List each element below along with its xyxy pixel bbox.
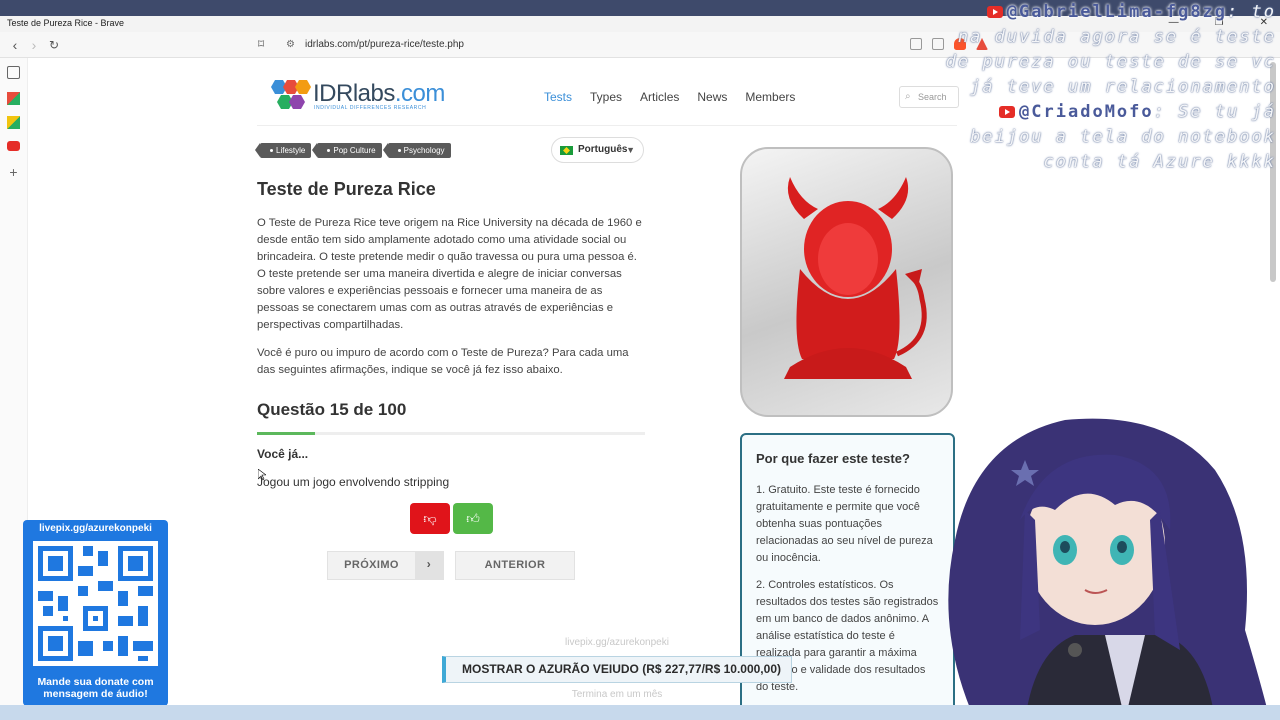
donation-goal-bar: MOSTRAR O AZURÃO VEIUDO (R$ 227,77/R$ 10… bbox=[442, 656, 792, 683]
stream-chat-overlay: @GabrielLima-fg8zg: to na duvida agora s… bbox=[900, 0, 1280, 175]
bottom-strip bbox=[0, 705, 1280, 720]
url-field[interactable]: ⚙ idrlabs.com/pt/pureza-rice/teste.php bbox=[280, 36, 900, 54]
sidebar-app-icon[interactable] bbox=[7, 92, 20, 105]
chat-line: de pureza ou teste de se vc bbox=[945, 52, 1276, 72]
page-title: Teste de Pureza Rice bbox=[257, 179, 436, 199]
site-settings-icon[interactable]: ⚙ bbox=[286, 36, 295, 54]
intro-paragraph: O Teste de Pureza Rice teve origem na Ri… bbox=[257, 217, 642, 331]
thumbs-up-button[interactable]: 👍︎ bbox=[453, 503, 493, 534]
next-button[interactable]: PRÓXIMO › bbox=[327, 551, 444, 580]
donation-qr-panel: livepix.gg/azurekonpeki Mande sua donate… bbox=[23, 520, 168, 706]
tag-label: Psychology bbox=[403, 146, 445, 155]
forward-icon[interactable]: › bbox=[26, 37, 42, 53]
goal-deadline: Termina em um mês bbox=[571, 689, 663, 700]
youtube-icon bbox=[999, 106, 1016, 118]
chat-line: beijou a tela do notebook bbox=[970, 127, 1276, 147]
tag-label: Lifestyle bbox=[276, 146, 306, 155]
why-title: Por que fazer este teste? bbox=[756, 451, 910, 466]
qr-code-icon bbox=[33, 541, 158, 666]
sidebar-toggle-icon[interactable] bbox=[7, 66, 20, 79]
previous-label: ANTERIOR bbox=[484, 559, 546, 571]
goal-url: livepix.gg/azurekonpeki bbox=[565, 637, 669, 648]
nav-members[interactable]: Members bbox=[745, 90, 795, 104]
why-item-free: 1. Gratuito. Este teste é fornecido grat… bbox=[756, 484, 933, 564]
tag-pop-culture[interactable]: Pop Culture bbox=[312, 143, 382, 158]
instructions-paragraph: Você é puro ou impuro de acordo com o Te… bbox=[257, 347, 629, 376]
nav-types[interactable]: Types bbox=[590, 90, 622, 104]
chat-text: to bbox=[1251, 2, 1276, 22]
chat-line: conta tá Azure kkkk bbox=[1043, 152, 1276, 172]
category-tags: Lifestyle Pop Culture Psychology bbox=[254, 143, 451, 158]
donation-caption-line: mensagem de áudio! bbox=[43, 688, 148, 700]
quiz-progress-fill bbox=[257, 432, 316, 435]
tag-lifestyle[interactable]: Lifestyle bbox=[254, 143, 312, 158]
youtube-icon bbox=[986, 6, 1003, 18]
chat-handle: @GabrielLima-fg8zg bbox=[1006, 2, 1228, 22]
language-label: Português bbox=[578, 144, 628, 155]
tag-label: Pop Culture bbox=[333, 146, 376, 155]
site-logo-text[interactable]: IDRlabs.com bbox=[313, 80, 445, 108]
reload-icon[interactable]: ↻ bbox=[46, 37, 62, 53]
logo-tld: .com bbox=[394, 80, 446, 107]
question-counter: Questão 15 de 100 bbox=[257, 400, 407, 419]
chevron-right-icon: › bbox=[415, 551, 443, 580]
sidebar-youtube-icon[interactable] bbox=[7, 141, 20, 151]
brazil-flag-icon bbox=[560, 146, 573, 155]
donation-caption-line: Mande sua donate com bbox=[37, 676, 154, 688]
url-text: idrlabs.com/pt/pureza-rice/teste.php bbox=[305, 39, 464, 50]
chat-line: @GabrielLima-fg8zg: to bbox=[900, 0, 1280, 25]
tag-psychology[interactable]: Psychology bbox=[382, 143, 451, 158]
site-header: IDRlabs.com INDIVIDUAL DIFFERENCES RESEA… bbox=[257, 68, 959, 126]
question-lead: Você já... bbox=[257, 447, 309, 461]
donation-url: livepix.gg/azurekonpeki bbox=[39, 523, 152, 534]
language-select[interactable]: Português ▼ bbox=[551, 137, 644, 163]
previous-button[interactable]: ANTERIOR bbox=[455, 551, 575, 580]
question-statement: Jogou um jogo envolvendo stripping bbox=[257, 475, 450, 489]
chat-text: : Se tu já bbox=[1153, 102, 1276, 122]
quiz-progress-bar bbox=[257, 432, 645, 435]
chat-line: @CriadoMofo: Se tu já bbox=[900, 100, 1280, 125]
chat-line: já teve um relacionamento bbox=[970, 77, 1276, 97]
chevron-down-icon: ▼ bbox=[626, 145, 635, 155]
logo-subtitle: INDIVIDUAL DIFFERENCES RESEARCH bbox=[314, 105, 427, 111]
donation-caption: Mande sua donate com mensagem de áudio! bbox=[23, 676, 168, 700]
nav-articles[interactable]: Articles bbox=[640, 90, 679, 104]
bookmark-icon[interactable]: ⌑ bbox=[258, 37, 264, 51]
next-label: PRÓXIMO bbox=[344, 559, 399, 571]
sidebar-app-icon[interactable] bbox=[7, 116, 20, 129]
main-nav: Tests Types Articles News Members bbox=[544, 90, 795, 104]
vtuber-avatar bbox=[948, 418, 1270, 720]
logo-main: IDRlabs bbox=[313, 80, 395, 107]
idrlabs-logo-icon[interactable] bbox=[267, 78, 311, 112]
sidebar-add-icon[interactable]: + bbox=[7, 165, 20, 179]
nav-tests[interactable]: Tests bbox=[544, 90, 572, 104]
thumbs-down-icon: 👎︎ bbox=[423, 511, 437, 526]
back-icon[interactable]: ‹ bbox=[7, 37, 23, 53]
chat-line: na duvida agora se é teste bbox=[957, 27, 1276, 47]
window-title: Teste de Pureza Rice - Brave bbox=[7, 18, 125, 28]
nav-news[interactable]: News bbox=[697, 90, 727, 104]
thumbs-down-button[interactable]: 👎︎ bbox=[410, 503, 450, 534]
mouse-cursor-icon bbox=[258, 469, 266, 481]
chat-handle: @CriadoMofo bbox=[1019, 102, 1154, 122]
devil-test-illustration bbox=[740, 147, 953, 417]
devil-icon bbox=[784, 177, 927, 379]
thumbs-up-icon: 👍︎ bbox=[466, 511, 480, 526]
